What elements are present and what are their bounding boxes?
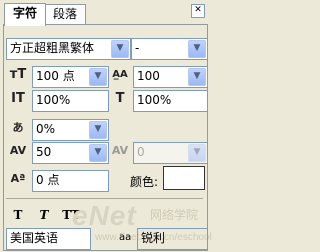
leading-field[interactable]: 100 ▼: [133, 66, 208, 88]
kerning-value: 0: [137, 145, 145, 159]
horizontal-scale-field[interactable]: 100%: [133, 90, 208, 112]
baseline-shift-icon: Aª: [10, 172, 26, 185]
tsume-field[interactable]: 0% ▼: [32, 119, 109, 141]
chevron-down-icon[interactable]: ▼: [111, 40, 129, 58]
kerning-icon: AV: [111, 144, 129, 157]
watermark-text: 网络学院: [150, 208, 199, 222]
antialias-select[interactable]: 锐利: [137, 228, 208, 250]
chevron-down-icon: ▼: [188, 144, 206, 162]
vertical-scale-value: 100%: [36, 93, 71, 107]
font-size-field[interactable]: 100 点 ▼: [32, 66, 109, 88]
kerning-field: 0 ▼: [133, 142, 208, 164]
horizontal-scale-icon: T: [115, 91, 125, 106]
font-family-select[interactable]: 方正超粗黑繁体 ▼: [6, 38, 131, 60]
font-style-value: -: [135, 41, 140, 55]
tsume-icon: あ: [12, 121, 24, 134]
tab-character[interactable]: 字符: [4, 3, 46, 26]
language-select[interactable]: 美国英语: [6, 228, 91, 250]
horizontal-scale-value: 100%: [137, 93, 172, 107]
chevron-down-icon[interactable]: ▼: [89, 121, 107, 139]
tracking-field[interactable]: 50 ▼: [32, 142, 109, 164]
language-value: 美国英语: [10, 231, 59, 245]
font-size-icon: ᴛT: [9, 67, 27, 82]
chevron-down-icon[interactable]: ▼: [89, 68, 107, 86]
antialias-icon: aa: [119, 232, 132, 243]
faux-italic-button[interactable]: T: [36, 207, 52, 223]
leading-value: 100: [137, 69, 160, 83]
tracking-icon: AV: [9, 144, 27, 157]
tracking-value: 50: [36, 145, 52, 159]
font-family-value: 方正超粗黑繁体: [10, 41, 95, 55]
chevron-down-icon[interactable]: ▼: [188, 68, 206, 86]
divider: [6, 198, 203, 199]
tsume-value: 0%: [36, 122, 56, 136]
tab-paragraph[interactable]: 段落: [44, 4, 86, 25]
color-label: 颜色:: [130, 175, 159, 189]
vertical-scale-icon: IT: [11, 91, 25, 106]
color-swatch[interactable]: [163, 166, 205, 190]
leading-icon: A̲A: [112, 69, 128, 80]
chevron-down-icon[interactable]: ▼: [89, 144, 107, 162]
close-icon[interactable]: ✕: [191, 4, 205, 18]
chevron-down-icon[interactable]: ▼: [188, 40, 206, 58]
font-size-value: 100 点: [36, 69, 75, 83]
vertical-scale-field[interactable]: 100%: [32, 90, 109, 112]
faux-bold-button[interactable]: T: [10, 207, 26, 223]
baseline-shift-field[interactable]: 0 点: [32, 170, 109, 192]
font-style-select[interactable]: - ▼: [131, 38, 208, 60]
baseline-shift-value: 0 点: [36, 173, 60, 187]
antialias-value: 锐利: [141, 231, 166, 245]
